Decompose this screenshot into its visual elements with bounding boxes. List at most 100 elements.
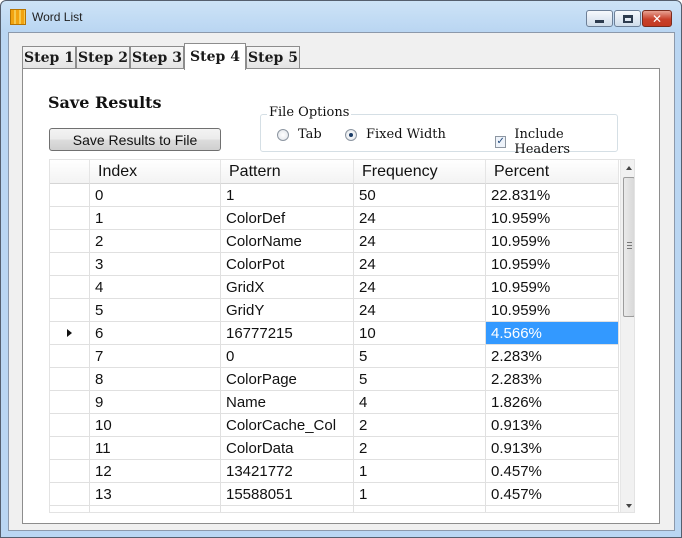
cell-frequency[interactable]: 24 xyxy=(354,230,486,253)
cell-index[interactable]: 4 xyxy=(90,276,221,299)
table-row[interactable]: 7 0 5 2.283% xyxy=(50,345,620,368)
cell-frequency[interactable]: 4 xyxy=(354,391,486,414)
table-row[interactable]: 2 ColorName 24 10.959% xyxy=(50,230,620,253)
cell-index[interactable]: 5 xyxy=(90,299,221,322)
include-headers-checkbox[interactable]: ✓ xyxy=(495,136,507,148)
cell-frequency[interactable]: 5 xyxy=(354,345,486,368)
fixed-width-radio[interactable] xyxy=(345,128,357,141)
scroll-thumb[interactable] xyxy=(623,177,634,317)
cell-pattern[interactable]: Name xyxy=(221,391,354,414)
cell-percent[interactable]: 10.959% xyxy=(486,230,619,253)
table-row[interactable]: 5 GridY 24 10.959% xyxy=(50,299,620,322)
column-header-index[interactable]: Index xyxy=(90,160,221,184)
row-header[interactable] xyxy=(50,391,90,414)
save-results-button[interactable]: Save Results to File xyxy=(49,128,221,151)
tab-step-5[interactable]: Step 5 xyxy=(246,46,300,69)
row-header[interactable] xyxy=(50,414,90,437)
table-row[interactable]: 1 ColorDef 24 10.959% xyxy=(50,207,620,230)
cell-percent[interactable]: 10.959% xyxy=(486,207,619,230)
table-row[interactable]: 0 1 50 22.831% xyxy=(50,184,620,207)
cell-percent[interactable]: 10.959% xyxy=(486,276,619,299)
table-row[interactable]: 3 ColorPot 24 10.959% xyxy=(50,253,620,276)
results-grid[interactable]: Index Pattern Frequency Percent 0 1 50 22.831% 1… xyxy=(49,159,635,513)
cell-index[interactable]: 13 xyxy=(90,483,221,506)
scroll-down-button[interactable] xyxy=(621,498,634,512)
close-button[interactable]: ✕ xyxy=(642,10,672,27)
table-row-partial[interactable] xyxy=(50,506,620,512)
cell-pattern[interactable]: ColorName xyxy=(221,230,354,253)
table-row[interactable]: 6 16777215 10 4.566% xyxy=(50,322,620,345)
cell-frequency[interactable]: 24 xyxy=(354,253,486,276)
row-header[interactable] xyxy=(50,253,90,276)
column-header-percent[interactable]: Percent xyxy=(486,160,619,184)
tab-step-3[interactable]: Step 3 xyxy=(130,46,184,69)
minimize-button[interactable] xyxy=(586,10,613,27)
cell-frequency[interactable]: 24 xyxy=(354,299,486,322)
cell-frequency[interactable]: 24 xyxy=(354,207,486,230)
cell-percent[interactable]: 2.283% xyxy=(486,368,619,391)
row-header[interactable] xyxy=(50,299,90,322)
table-row[interactable]: 13 15588051 1 0.457% xyxy=(50,483,620,506)
row-header[interactable] xyxy=(50,437,90,460)
cell-percent[interactable]: 2.283% xyxy=(486,345,619,368)
cell-frequency[interactable]: 1 xyxy=(354,460,486,483)
cell-index[interactable]: 10 xyxy=(90,414,221,437)
vertical-scrollbar[interactable] xyxy=(620,160,634,512)
cell-pattern[interactable]: ColorPot xyxy=(221,253,354,276)
include-headers-option[interactable]: ✓ Include Headers xyxy=(495,127,617,157)
cell-percent[interactable]: 1.826% xyxy=(486,391,619,414)
table-row[interactable]: 12 13421772 1 0.457% xyxy=(50,460,620,483)
cell-index[interactable]: 6 xyxy=(90,322,221,345)
column-header-frequency[interactable]: Frequency xyxy=(354,160,486,184)
row-header[interactable] xyxy=(50,184,90,207)
row-header[interactable] xyxy=(50,368,90,391)
maximize-button[interactable] xyxy=(614,10,641,27)
cell-index[interactable]: 2 xyxy=(90,230,221,253)
row-header[interactable] xyxy=(50,207,90,230)
cell-percent[interactable]: 4.566% xyxy=(486,322,619,345)
tab-option[interactable]: Tab xyxy=(277,127,322,142)
cell-percent[interactable]: 10.959% xyxy=(486,299,619,322)
tab-step-4[interactable]: Step 4 xyxy=(184,43,246,70)
cell-percent[interactable]: 0.457% xyxy=(486,483,619,506)
cell-pattern[interactable]: 1 xyxy=(221,184,354,207)
cell-frequency[interactable]: 2 xyxy=(354,414,486,437)
cell-index[interactable]: 11 xyxy=(90,437,221,460)
cell-pattern[interactable]: GridY xyxy=(221,299,354,322)
row-header[interactable] xyxy=(50,460,90,483)
row-header[interactable] xyxy=(50,230,90,253)
cell-percent[interactable]: 0.913% xyxy=(486,437,619,460)
tab-radio[interactable] xyxy=(277,128,289,141)
cell-percent[interactable]: 10.959% xyxy=(486,253,619,276)
cell-index[interactable]: 0 xyxy=(90,184,221,207)
cell-pattern[interactable]: ColorDef xyxy=(221,207,354,230)
row-header[interactable] xyxy=(50,345,90,368)
cell-pattern[interactable]: 13421772 xyxy=(221,460,354,483)
row-header[interactable] xyxy=(50,483,90,506)
cell-frequency[interactable]: 2 xyxy=(354,437,486,460)
cell-pattern[interactable]: ColorCache_Col xyxy=(221,414,354,437)
cell-frequency[interactable]: 10 xyxy=(354,322,486,345)
cell-pattern[interactable]: ColorData xyxy=(221,437,354,460)
cell-index[interactable]: 12 xyxy=(90,460,221,483)
tab-step-2[interactable]: Step 2 xyxy=(76,46,130,69)
fixed-width-option[interactable]: Fixed Width xyxy=(345,127,446,142)
table-row[interactable]: 8 ColorPage 5 2.283% xyxy=(50,368,620,391)
scroll-up-button[interactable] xyxy=(621,160,634,176)
table-row[interactable]: 10 ColorCache_Col 2 0.913% xyxy=(50,414,620,437)
row-header[interactable] xyxy=(50,276,90,299)
cell-frequency[interactable]: 1 xyxy=(354,483,486,506)
cell-percent[interactable]: 0.913% xyxy=(486,414,619,437)
cell-pattern[interactable]: 16777215 xyxy=(221,322,354,345)
cell-pattern[interactable]: GridX xyxy=(221,276,354,299)
cell-pattern[interactable]: 15588051 xyxy=(221,483,354,506)
table-row[interactable]: 9 Name 4 1.826% xyxy=(50,391,620,414)
table-row[interactable]: 11 ColorData 2 0.913% xyxy=(50,437,620,460)
title-bar[interactable]: Word List ✕ xyxy=(1,1,681,33)
cell-index[interactable]: 1 xyxy=(90,207,221,230)
cell-percent[interactable]: 22.831% xyxy=(486,184,619,207)
cell-frequency[interactable]: 24 xyxy=(354,276,486,299)
row-header[interactable] xyxy=(50,322,90,345)
cell-frequency[interactable]: 5 xyxy=(354,368,486,391)
cell-percent[interactable]: 0.457% xyxy=(486,460,619,483)
